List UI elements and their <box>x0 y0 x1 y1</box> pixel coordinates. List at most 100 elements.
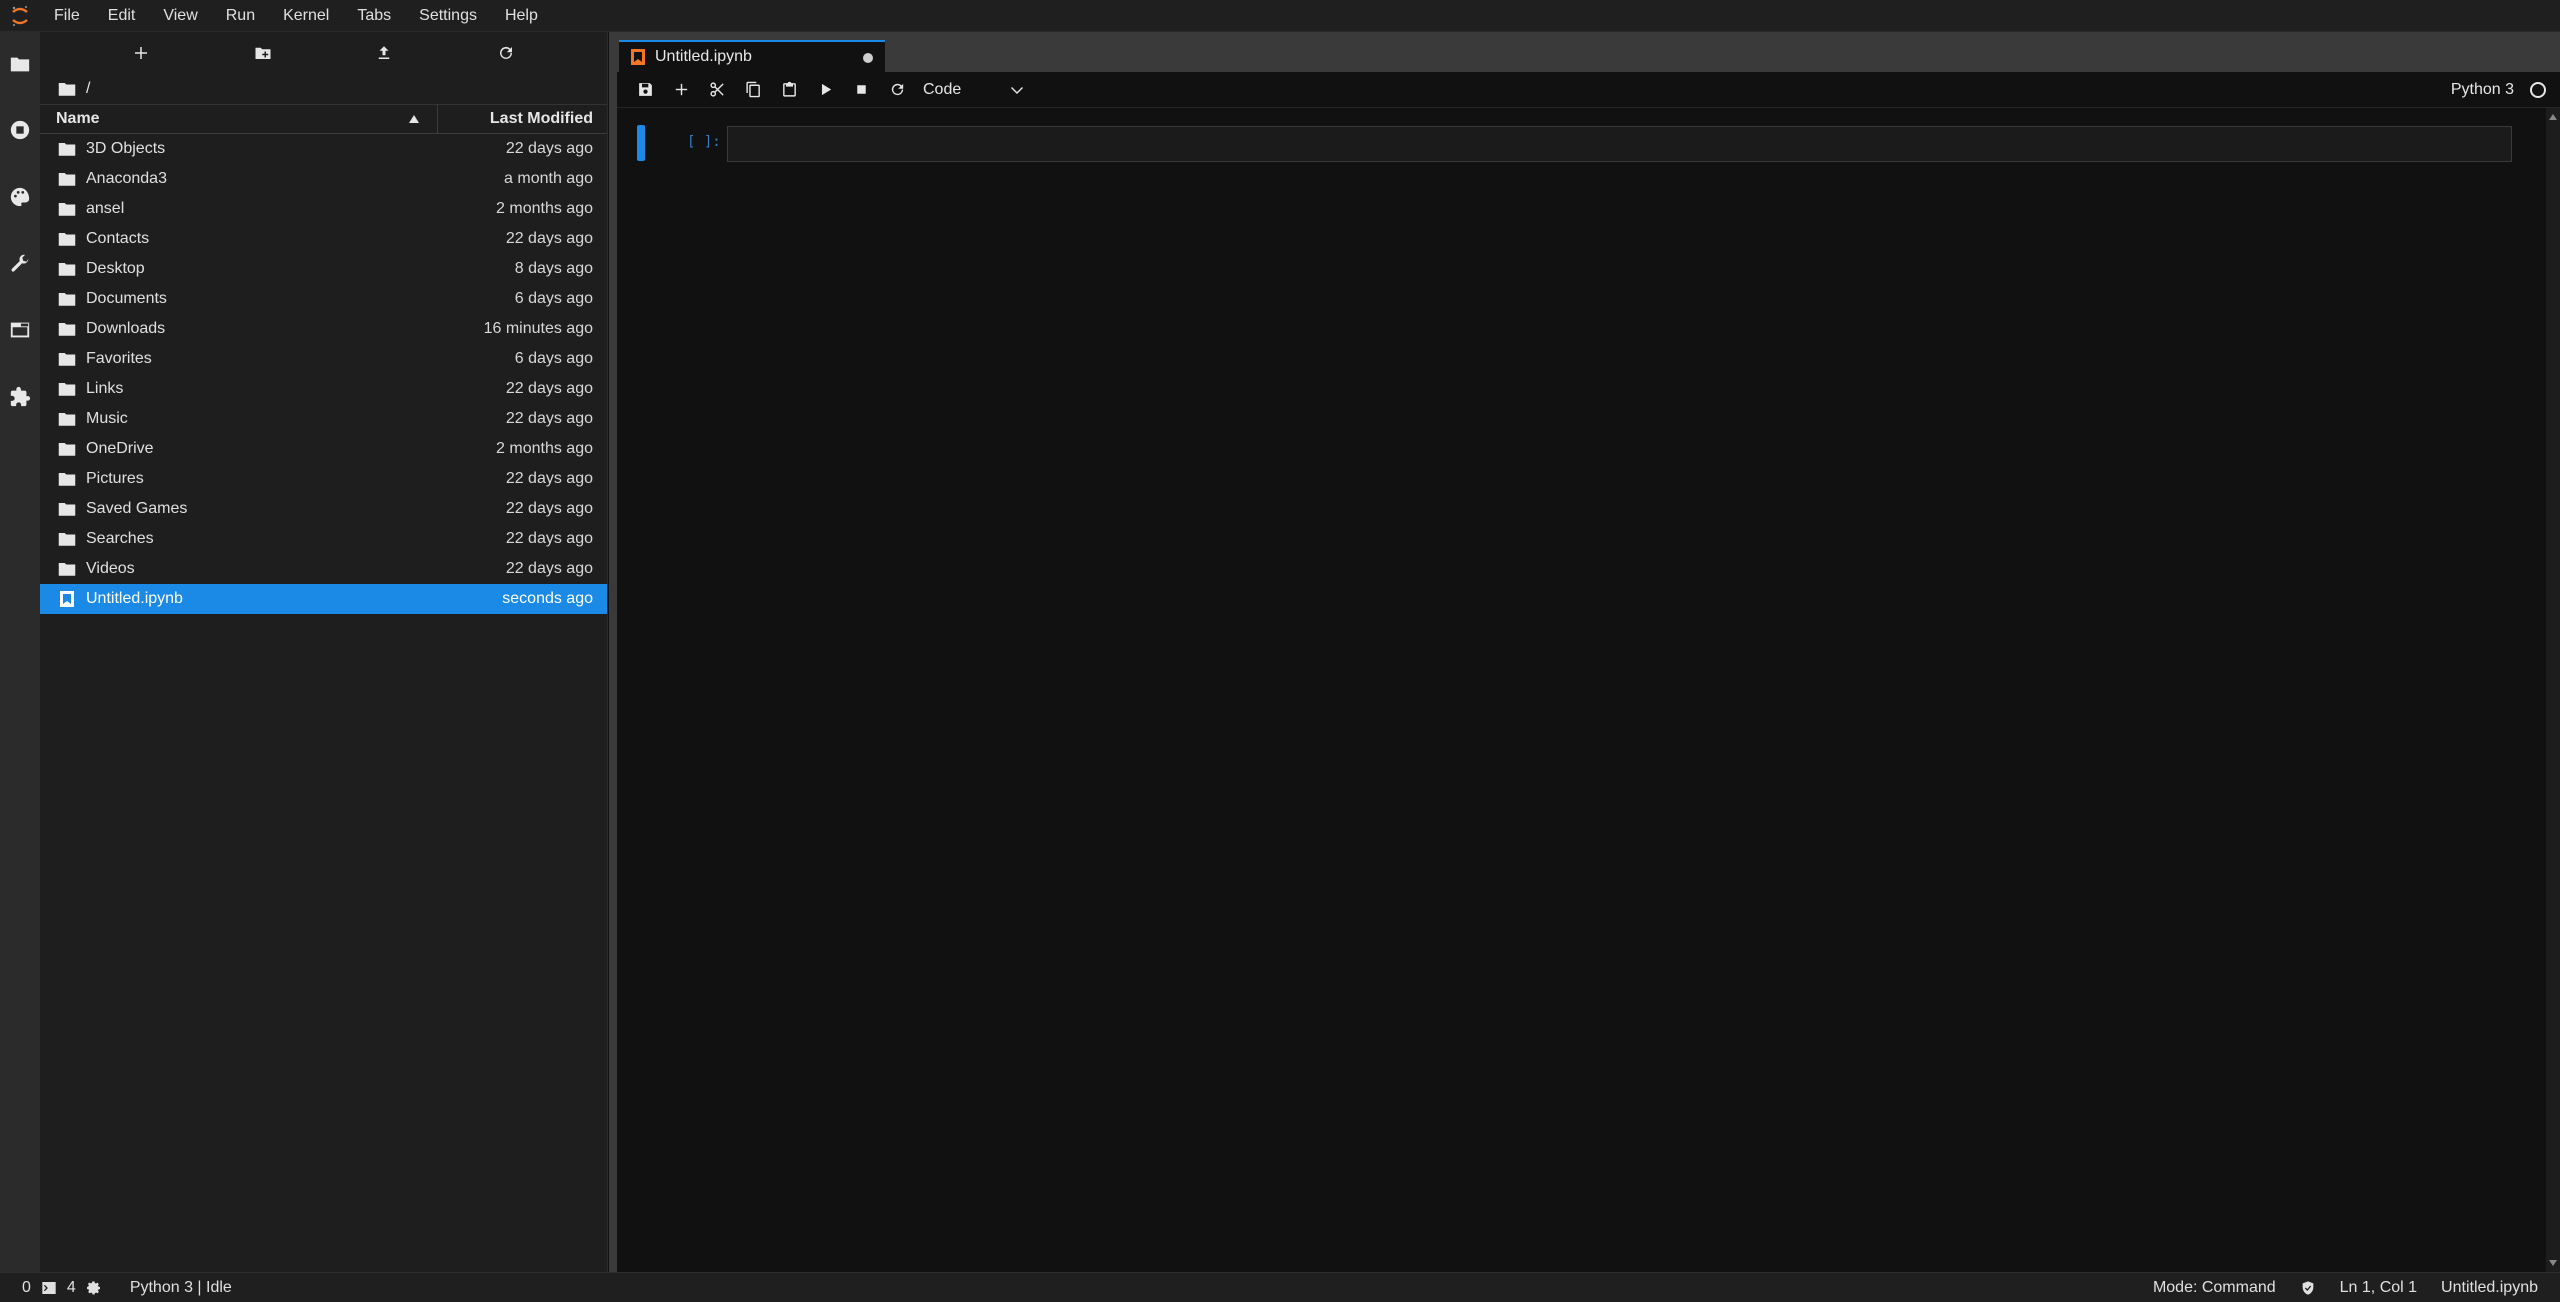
file-list-item[interactable]: Links 22 days ago <box>40 374 607 404</box>
running-icon[interactable] <box>0 110 40 150</box>
jupyter-logo-icon <box>0 0 40 32</box>
folder-icon <box>58 411 80 427</box>
file-modified: 6 days ago <box>514 290 593 307</box>
menu-kernel[interactable]: Kernel <box>269 0 343 32</box>
sort-ascending-icon <box>409 115 419 123</box>
tab-untitled-notebook[interactable]: Untitled.ipynb <box>619 40 885 72</box>
extension-icon[interactable] <box>0 377 40 417</box>
insert-cell-button[interactable] <box>663 75 699 105</box>
folder-icon <box>58 141 80 157</box>
file-modified: 16 minutes ago <box>483 320 593 337</box>
file-modified: 22 days ago <box>505 230 593 247</box>
mode-indicator[interactable]: Mode: Command <box>2153 1279 2276 1297</box>
file-list-item[interactable]: Saved Games 22 days ago <box>40 494 607 524</box>
kernel-gear-icon[interactable] <box>86 1280 102 1296</box>
kernel-idle-icon <box>2530 82 2546 98</box>
input-prompt: [ ]: <box>687 134 721 150</box>
file-list-item[interactable]: Searches 22 days ago <box>40 524 607 554</box>
folder-icon <box>58 261 80 277</box>
panel-splitter[interactable] <box>609 32 617 1272</box>
file-name: Downloads <box>86 320 166 337</box>
file-list-item[interactable]: 3D Objects 22 days ago <box>40 134 607 164</box>
run-button[interactable] <box>807 75 843 105</box>
file-list-item[interactable]: Videos 22 days ago <box>40 554 607 584</box>
file-list-header: Name Last Modified <box>40 104 607 134</box>
file-modified: 6 days ago <box>514 350 593 367</box>
cut-button[interactable] <box>699 75 735 105</box>
terminal-icon[interactable] <box>41 1280 57 1296</box>
file-name: Untitled.ipynb <box>86 590 183 607</box>
menu-edit[interactable]: Edit <box>94 0 150 32</box>
folder-icon <box>58 501 80 517</box>
folder-icon <box>58 231 80 247</box>
tab-bar: Untitled.ipynb <box>617 32 2560 72</box>
unsaved-dot-icon[interactable] <box>863 53 873 63</box>
palette-icon[interactable] <box>0 177 40 217</box>
cursor-position[interactable]: Ln 1, Col 1 <box>2340 1279 2417 1297</box>
copy-button[interactable] <box>735 75 771 105</box>
menu-settings[interactable]: Settings <box>405 0 491 32</box>
kernel-name[interactable]: Python 3 <box>2451 72 2514 108</box>
file-name: 3D Objects <box>86 140 166 157</box>
file-modified: a month ago <box>504 170 593 187</box>
file-list-item[interactable]: Music 22 days ago <box>40 404 607 434</box>
file-browser-toolbar <box>40 32 607 74</box>
name-column-header[interactable]: Name <box>40 104 438 134</box>
file-list-item[interactable]: Documents 6 days ago <box>40 284 607 314</box>
menu-tabs[interactable]: Tabs <box>343 0 405 32</box>
menu-run[interactable]: Run <box>212 0 269 32</box>
refresh-button[interactable] <box>492 39 520 67</box>
cell-type-dropdown[interactable]: Code <box>923 81 1023 99</box>
file-list-item[interactable]: Untitled.ipynb seconds ago <box>40 584 607 614</box>
upload-button[interactable] <box>370 39 398 67</box>
paste-button[interactable] <box>771 75 807 105</box>
main-area: Untitled.ipynb Code Python 3 []: <box>617 32 2560 1272</box>
tabs-icon[interactable] <box>0 310 40 350</box>
file-name: OneDrive <box>86 440 154 457</box>
notebook-scrollbar[interactable] <box>2546 108 2560 1272</box>
scroll-up-icon[interactable] <box>2549 114 2557 120</box>
file-list: 3D Objects 22 days ago Anaconda3 a month ag… <box>40 134 607 614</box>
menu-view[interactable]: View <box>149 0 211 32</box>
file-list-item[interactable]: Favorites 6 days ago <box>40 344 607 374</box>
breadcrumb: / <box>40 74 607 104</box>
folder-icon[interactable] <box>58 81 76 97</box>
new-launcher-button[interactable] <box>127 39 155 67</box>
tab-title: Untitled.ipynb <box>655 48 752 65</box>
notebook-panel: [ ]: <box>617 108 2551 1272</box>
wrench-icon[interactable] <box>0 244 40 284</box>
file-list-item[interactable]: Anaconda3 a month ago <box>40 164 607 194</box>
kernel-count[interactable]: 4 <box>67 1279 76 1297</box>
file-list-item[interactable]: OneDrive 2 months ago <box>40 434 607 464</box>
activity-bar <box>0 32 40 1272</box>
file-list-item[interactable]: ansel 2 months ago <box>40 194 607 224</box>
modified-column-header[interactable]: Last Modified <box>438 110 607 128</box>
folder-icon <box>58 171 80 187</box>
breadcrumb-root[interactable]: / <box>86 80 90 98</box>
file-list-item[interactable]: Contacts 22 days ago <box>40 224 607 254</box>
notebook-icon <box>631 49 645 65</box>
file-modified: seconds ago <box>502 590 593 607</box>
menu-file[interactable]: File <box>40 0 94 32</box>
folder-icon[interactable] <box>0 44 40 84</box>
new-folder-button[interactable] <box>249 39 277 67</box>
menu-help[interactable]: Help <box>491 0 552 32</box>
file-list-item[interactable]: Pictures 22 days ago <box>40 464 607 494</box>
scroll-down-icon[interactable] <box>2549 1260 2557 1266</box>
save-button[interactable] <box>627 75 663 105</box>
file-name: Videos <box>86 560 135 577</box>
terminal-count[interactable]: 0 <box>22 1279 31 1297</box>
code-cell-editor[interactable] <box>727 126 2512 162</box>
file-modified: 22 days ago <box>505 140 593 157</box>
file-modified: 22 days ago <box>505 410 593 427</box>
restart-button[interactable] <box>879 75 915 105</box>
file-list-item[interactable]: Downloads 16 minutes ago <box>40 314 607 344</box>
kernel-status-text[interactable]: Python 3 | Idle <box>130 1279 232 1297</box>
folder-icon <box>58 291 80 307</box>
folder-icon <box>58 351 80 367</box>
file-name: Anaconda3 <box>86 170 167 187</box>
file-list-item[interactable]: Desktop 8 days ago <box>40 254 607 284</box>
file-name: Favorites <box>86 350 152 367</box>
interrupt-button[interactable] <box>843 75 879 105</box>
trusted-shield-icon[interactable] <box>2300 1280 2316 1296</box>
